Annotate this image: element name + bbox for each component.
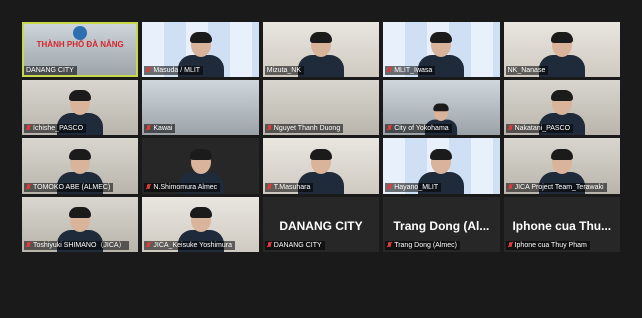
muted-mic-icon: [508, 125, 513, 132]
participant-name-label: T.Masuhara: [264, 182, 314, 192]
participant-name-label: Masuda / MLIT: [144, 66, 204, 76]
participant-name-label: JICA_Keisuke Yoshimura: [144, 240, 235, 250]
participant-name-label: N.Shimomura Almec: [144, 182, 221, 192]
muted-mic-icon: [146, 183, 151, 191]
participant-tile-masuda[interactable]: Masuda / MLIT: [142, 22, 259, 78]
participant-name: City of Yokohama: [394, 125, 449, 133]
participant-tile-thuy-pham[interactable]: Iphone cua Thu... Iphone cua Thuy Pham: [503, 196, 620, 252]
muted-mic-icon: [26, 183, 31, 191]
participant-name-label: JICA Project Team_Terawaki: [505, 182, 607, 192]
participant-tile-iwasa[interactable]: MLIT_Iwasa: [383, 22, 500, 78]
participant-tile-yoshimura[interactable]: JICA_Keisuke Yoshimura: [142, 196, 259, 252]
participant-name: Kawai: [153, 125, 173, 133]
participant-tile-masuhara[interactable]: T.Masuhara: [262, 138, 380, 194]
participant-name-label: DANANG CITY: [264, 240, 325, 250]
room-banner: THÀNH PHỐ ĐÀ NẴNG: [36, 39, 124, 49]
participant-name-label: NK_Nanase: [505, 66, 549, 76]
participant-name: Masuda / MLIT: [153, 67, 201, 75]
muted-mic-icon: [26, 125, 31, 132]
participant-name-label: MLIT_Iwasa: [385, 66, 436, 76]
participant-tile-yokohama[interactable]: City of Yokohama: [383, 80, 500, 136]
participant-tile-kawai[interactable]: Kawai: [142, 80, 259, 136]
participant-name-label: DANANG CITY: [24, 66, 77, 76]
muted-mic-icon: [146, 67, 151, 74]
participant-name-label: Nguyet Thanh Duong: [264, 124, 344, 134]
participant-name-label: TOMOKO ABE (ALMEC): [24, 182, 114, 192]
participant-name: TOMOKO ABE (ALMEC): [33, 183, 111, 191]
muted-mic-icon: [387, 125, 392, 132]
participant-name: DANANG CITY: [26, 67, 74, 75]
participant-name: Nakatani_PASCO: [514, 125, 571, 133]
participant-tile-mizuta[interactable]: Mizuta_NK: [262, 22, 380, 78]
muted-mic-icon: [508, 183, 513, 191]
participant-name: Hayano_MLIT: [394, 183, 439, 191]
muted-mic-icon: [267, 183, 272, 191]
muted-mic-icon: [146, 125, 151, 132]
participant-name-label: Nakatani_PASCO: [505, 124, 574, 134]
participant-name: DANANG CITY: [273, 241, 322, 249]
participant-name: NK_Nanase: [507, 67, 546, 75]
participant-name-label: Iphone cua Thuy Pham: [505, 240, 590, 250]
participant-name: Ichishe_PASCO: [33, 125, 84, 133]
participant-tile-trang-dong[interactable]: Trang Dong (Al... Trang Dong (Almec): [383, 196, 500, 252]
muted-mic-icon: [508, 241, 513, 249]
participant-tile-danang-city-2[interactable]: DANANG CITY DANANG CITY: [262, 196, 380, 252]
participant-name: Mizuta_NK: [266, 67, 302, 75]
participant-name: Iphone cua Thuy Pham: [514, 241, 587, 249]
participant-video: [297, 32, 344, 78]
participant-display-name: Trang Dong (Al...: [393, 218, 490, 233]
participant-tile-ichishe[interactable]: Ichishe_PASCO: [22, 80, 139, 136]
participant-name-label: Ichishe_PASCO: [24, 124, 87, 134]
muted-mic-icon: [267, 125, 272, 132]
participant-name-label: Hayano_MLIT: [385, 182, 442, 192]
video-grid: THÀNH PHỐ ĐÀ NẴNG DANANG CITY Masuda / M…: [22, 22, 620, 310]
participant-name-label: Kawai: [144, 124, 176, 134]
participant-tile-danang-city[interactable]: THÀNH PHỐ ĐÀ NẴNG DANANG CITY: [22, 22, 139, 78]
muted-mic-icon: [146, 241, 151, 249]
participant-name-label: City of Yokohama: [385, 124, 452, 134]
participant-name: Nguyet Thanh Duong: [273, 125, 341, 133]
muted-mic-icon: [26, 241, 31, 249]
participant-name-label: Toshiyuki SHIMANO（JICA）: [24, 240, 129, 250]
participant-tile-terawaki[interactable]: JICA Project Team_Terawaki: [503, 138, 620, 194]
participant-tile-tomoko[interactable]: TOMOKO ABE (ALMEC): [22, 138, 139, 194]
participant-display-name: Iphone cua Thu...: [512, 218, 612, 233]
participant-name: T.Masuhara: [273, 183, 311, 191]
participant-name: Toshiyuki SHIMANO（JICA）: [33, 241, 126, 249]
participant-display-name: DANANG CITY: [279, 218, 363, 233]
participant-name-label: Trang Dong (Almec): [385, 240, 460, 250]
participant-tile-shimomura[interactable]: N.Shimomura Almec: [142, 138, 259, 194]
participant-name: N.Shimomura Almec: [153, 183, 218, 191]
participant-name: JICA_Keisuke Yoshimura: [153, 241, 232, 249]
muted-mic-icon: [387, 183, 392, 191]
muted-mic-icon: [387, 241, 392, 249]
muted-mic-icon: [267, 241, 272, 249]
participant-name: MLIT_Iwasa: [394, 67, 433, 75]
participant-name: Trang Dong (Almec): [394, 241, 457, 249]
participant-name-label: Mizuta_NK: [264, 66, 305, 76]
danang-logo-icon: [73, 26, 88, 40]
participant-tile-nguyet[interactable]: Nguyet Thanh Duong: [262, 80, 380, 136]
muted-mic-icon: [387, 67, 392, 74]
participant-tile-nanase[interactable]: NK_Nanase: [503, 22, 620, 78]
participant-tile-hayano[interactable]: Hayano_MLIT: [383, 138, 500, 194]
participant-tile-shimano[interactable]: Toshiyuki SHIMANO（JICA）: [22, 196, 139, 252]
participant-name: JICA Project Team_Terawaki: [514, 183, 604, 191]
participant-tile-nakatani[interactable]: Nakatani_PASCO: [503, 80, 620, 136]
